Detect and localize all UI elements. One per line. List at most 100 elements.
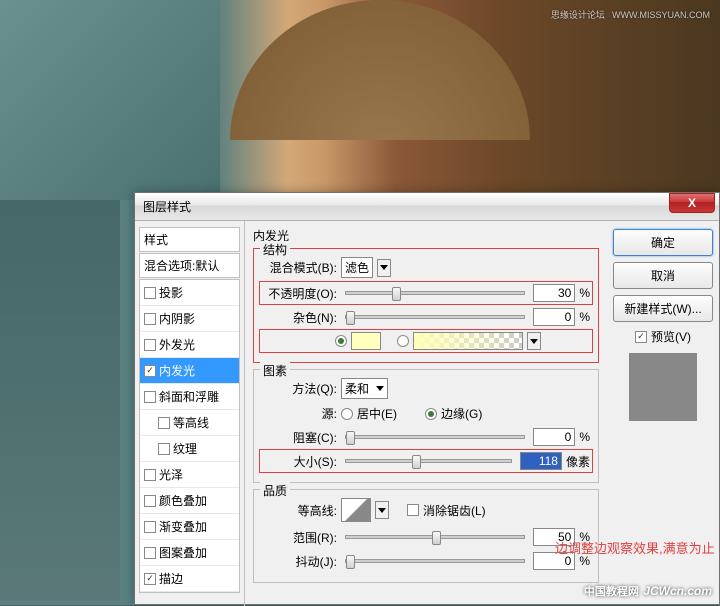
checkbox[interactable] xyxy=(144,495,156,507)
styles-panel: 样式 混合选项:默认 投影 内阴影 外发光 内发光 斜面和浮雕 等高线 纹理 光… xyxy=(135,221,245,606)
source-center-radio[interactable] xyxy=(341,408,353,420)
style-item-stroke[interactable]: 描边 xyxy=(140,566,239,592)
annotation-text: 边调整边观察效果,满意为止 xyxy=(555,538,715,557)
bg-blur-left xyxy=(0,0,220,200)
noise-input[interactable]: 0 xyxy=(533,308,575,326)
range-row: 范围(R): 50 % xyxy=(262,528,590,546)
slider-thumb[interactable] xyxy=(346,555,355,569)
group-title-structure: 结构 xyxy=(260,241,290,258)
structure-group: 结构 混合模式(B): 滤色 不透明度(O): 30 % 杂色(N): 0 % xyxy=(253,248,599,363)
watermark-bottom: 中国教程网 JCWcn.com xyxy=(584,582,712,600)
new-style-button[interactable]: 新建样式(W)... xyxy=(613,295,713,322)
jitter-slider[interactable] xyxy=(345,559,525,563)
unit-px: 像素 xyxy=(566,453,590,470)
group-title-elements: 图素 xyxy=(260,362,290,379)
preview-thumbnail xyxy=(629,353,697,421)
source-label: 源: xyxy=(262,405,337,422)
opacity-input[interactable]: 30 xyxy=(533,284,575,302)
color-swatch[interactable] xyxy=(351,332,381,350)
style-item-inner-shadow[interactable]: 内阴影 xyxy=(140,306,239,332)
checkbox[interactable] xyxy=(144,365,156,377)
slider-thumb[interactable] xyxy=(412,455,421,469)
checkbox[interactable] xyxy=(158,417,170,429)
style-item-gradient-overlay[interactable]: 渐变叠加 xyxy=(140,514,239,540)
style-item-inner-glow[interactable]: 内发光 xyxy=(140,358,239,384)
method-select[interactable]: 柔和 xyxy=(341,378,388,399)
source-center-label: 居中(E) xyxy=(357,405,397,422)
color-gradient-radio[interactable] xyxy=(397,335,409,347)
preview-checkbox[interactable] xyxy=(635,331,647,343)
blend-options-item[interactable]: 混合选项:默认 xyxy=(139,253,240,278)
antialias-checkbox[interactable] xyxy=(407,504,419,516)
dialog-title: 图层样式 xyxy=(143,198,669,215)
group-title-quality: 品质 xyxy=(260,482,290,499)
contour-picker[interactable] xyxy=(341,498,371,522)
size-input[interactable]: 118 xyxy=(520,452,562,470)
source-row: 源: 居中(E) 边缘(G) xyxy=(262,405,590,422)
checkbox[interactable] xyxy=(144,287,156,299)
source-edge-label: 边缘(G) xyxy=(441,405,482,422)
unit-percent: % xyxy=(579,310,590,324)
blend-mode-row: 混合模式(B): 滤色 xyxy=(262,257,590,278)
layer-style-dialog: 图层样式 X 样式 混合选项:默认 投影 内阴影 外发光 内发光 斜面和浮雕 等… xyxy=(134,192,720,605)
watermark-top-url: WWW.MISSYUAN.COM xyxy=(612,10,710,20)
jitter-label: 抖动(J): xyxy=(262,553,337,570)
contour-row: 等高线: 消除锯齿(L) xyxy=(262,498,590,522)
slider-thumb[interactable] xyxy=(392,287,401,301)
style-item-color-overlay[interactable]: 颜色叠加 xyxy=(140,488,239,514)
contour-dropdown[interactable] xyxy=(375,501,389,519)
panel-title: 内发光 xyxy=(253,227,599,244)
blend-mode-dropdown[interactable] xyxy=(377,259,391,277)
source-edge-radio[interactable] xyxy=(425,408,437,420)
quality-group: 品质 等高线: 消除锯齿(L) 范围(R): 50 % 抖动(J): xyxy=(253,489,599,583)
ok-button[interactable]: 确定 xyxy=(613,229,713,256)
checkbox[interactable] xyxy=(144,339,156,351)
slider-thumb[interactable] xyxy=(346,311,355,325)
watermark-bottom-cn: 中国教程网 xyxy=(584,586,639,598)
noise-row: 杂色(N): 0 % xyxy=(262,308,590,326)
opacity-row: 不透明度(O): 30 % xyxy=(259,281,593,305)
slider-thumb[interactable] xyxy=(346,431,355,445)
color-source-row xyxy=(259,329,593,353)
style-item-texture[interactable]: 纹理 xyxy=(140,436,239,462)
slider-thumb[interactable] xyxy=(432,531,441,545)
settings-panel: 内发光 结构 混合模式(B): 滤色 不透明度(O): 30 % 杂色(N): xyxy=(245,221,607,606)
noise-slider[interactable] xyxy=(345,315,525,319)
style-item-outer-glow[interactable]: 外发光 xyxy=(140,332,239,358)
elements-group: 图素 方法(Q): 柔和 源: 居中(E) 边缘(G) 阻塞(C): 0 xyxy=(253,369,599,483)
checkbox[interactable] xyxy=(144,573,156,585)
choke-input[interactable]: 0 xyxy=(533,428,575,446)
style-item-satin[interactable]: 光泽 xyxy=(140,462,239,488)
gradient-dropdown[interactable] xyxy=(527,332,541,350)
dialog-titlebar[interactable]: 图层样式 X xyxy=(135,193,719,221)
size-row: 大小(S): 118 像素 xyxy=(259,449,593,473)
color-solid-radio[interactable] xyxy=(335,335,347,347)
noise-label: 杂色(N): xyxy=(262,309,337,326)
watermark-top-text: 思缘设计论坛 xyxy=(551,10,605,20)
gradient-preview[interactable] xyxy=(413,332,523,350)
checkbox[interactable] xyxy=(144,391,156,403)
jitter-row: 抖动(J): 0 % xyxy=(262,552,590,570)
checkbox[interactable] xyxy=(144,521,156,533)
style-item-contour[interactable]: 等高线 xyxy=(140,410,239,436)
checkbox[interactable] xyxy=(158,443,170,455)
close-button[interactable]: X xyxy=(669,193,715,213)
styles-header[interactable]: 样式 xyxy=(139,227,240,252)
range-slider[interactable] xyxy=(345,535,525,539)
blend-mode-label: 混合模式(B): xyxy=(262,259,337,276)
choke-slider[interactable] xyxy=(345,435,525,439)
method-label: 方法(Q): xyxy=(262,380,337,397)
size-slider[interactable] xyxy=(345,459,512,463)
unit-percent: % xyxy=(579,286,590,300)
opacity-slider[interactable] xyxy=(345,291,525,295)
blend-mode-select[interactable]: 滤色 xyxy=(341,257,373,278)
style-item-drop-shadow[interactable]: 投影 xyxy=(140,280,239,306)
style-item-bevel[interactable]: 斜面和浮雕 xyxy=(140,384,239,410)
style-item-pattern-overlay[interactable]: 图案叠加 xyxy=(140,540,239,566)
preview-toggle-row: 预览(V) xyxy=(613,328,713,345)
cancel-button[interactable]: 取消 xyxy=(613,262,713,289)
checkbox[interactable] xyxy=(144,469,156,481)
checkbox[interactable] xyxy=(144,313,156,325)
checkbox[interactable] xyxy=(144,547,156,559)
style-list: 投影 内阴影 外发光 内发光 斜面和浮雕 等高线 纹理 光泽 颜色叠加 渐变叠加… xyxy=(139,279,240,593)
